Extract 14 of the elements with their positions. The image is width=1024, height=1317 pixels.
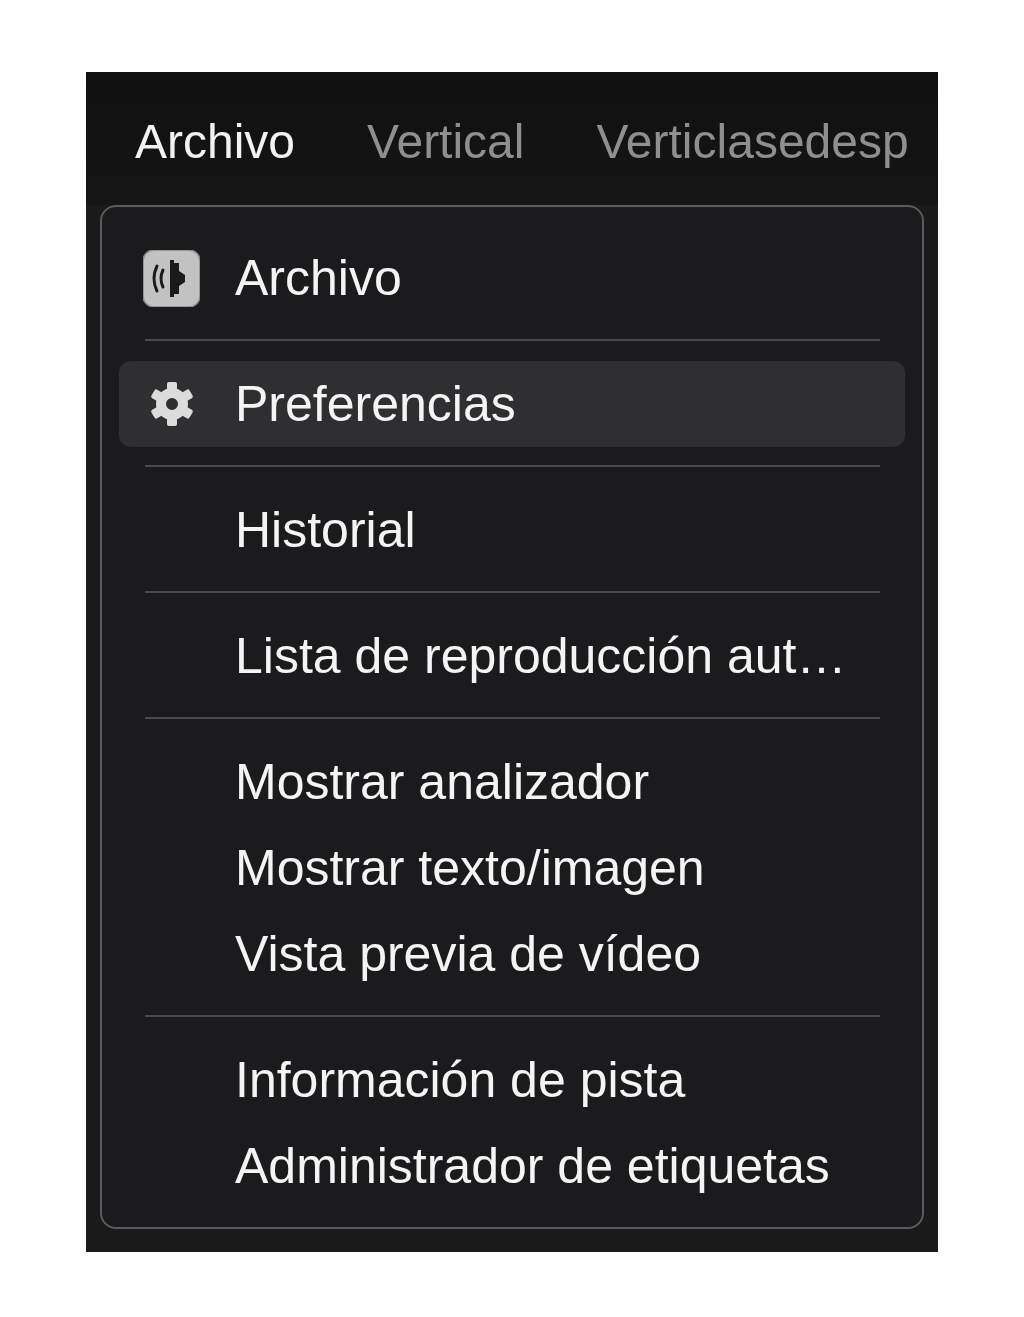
menu-tab[interactable]: Archivo [135, 112, 296, 171]
menu-item[interactable]: Preferencias [119, 361, 905, 447]
menu-title: Archivo [119, 235, 905, 321]
menu-item[interactable]: Información de pista [119, 1037, 905, 1123]
menu-tab[interactable]: Vertical [367, 112, 525, 171]
menu-item[interactable]: Vista previa de vídeo [119, 911, 905, 997]
menu-item[interactable]: Administrador de etiquetas [119, 1123, 905, 1209]
menu-item[interactable]: Lista de reproducción aut… [119, 613, 905, 699]
menu-tab[interactable]: Verticlasedesp [596, 112, 909, 171]
menu-item[interactable]: Mostrar analizador [119, 739, 905, 825]
speaker-icon [143, 249, 200, 307]
menu-item[interactable]: Mostrar texto/imagen [119, 825, 905, 911]
menu-item[interactable]: Historial [119, 487, 905, 573]
settings-icon [149, 382, 194, 426]
